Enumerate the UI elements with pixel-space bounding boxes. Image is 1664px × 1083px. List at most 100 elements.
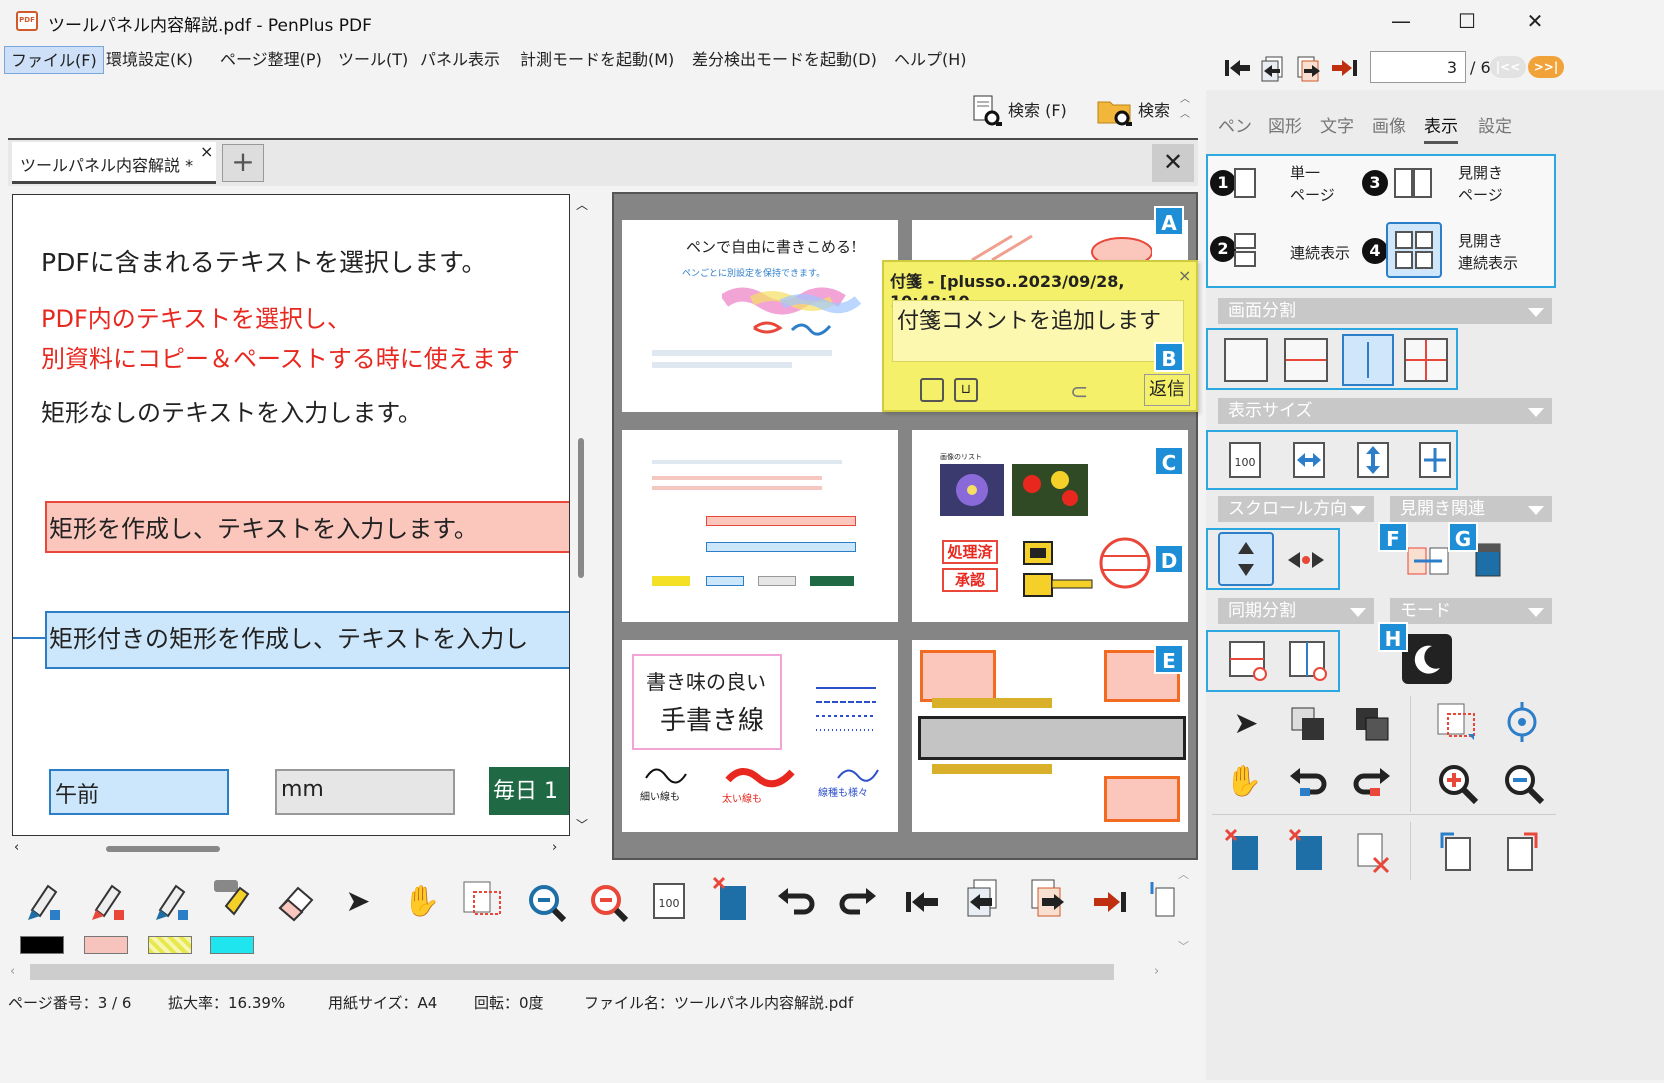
sync-vertical-icon[interactable]: [1286, 638, 1330, 682]
continuous-label[interactable]: 連続表示: [1290, 242, 1350, 263]
prev-page-icon[interactable]: [1258, 54, 1288, 82]
insert-page-icon[interactable]: [1148, 880, 1176, 924]
delete-page-icon[interactable]: [1286, 828, 1330, 874]
thumbnail-page-3[interactable]: [622, 430, 898, 622]
area-select-icon[interactable]: [1434, 700, 1480, 746]
hand-pan-icon[interactable]: ✋: [1222, 760, 1266, 804]
sticky-checkbox[interactable]: [920, 378, 944, 402]
folder-search-icon[interactable]: [1096, 94, 1134, 128]
undo-icon[interactable]: [1286, 760, 1330, 804]
left-vertical-scrollbar[interactable]: ︿ ﹀: [572, 194, 590, 836]
scroll-left-arrow-icon[interactable]: ‹: [10, 964, 15, 979]
prev-pill-button[interactable]: |<<: [1490, 56, 1526, 78]
fit-page-icon[interactable]: [1416, 440, 1456, 480]
hand-pan-icon[interactable]: ✋: [400, 880, 444, 924]
doc-tab-close-button[interactable]: ×: [200, 142, 213, 161]
zoom-out-icon[interactable]: [524, 880, 568, 924]
select-arrow-icon[interactable]: ➤: [1224, 702, 1268, 746]
hscroll-thumb[interactable]: [30, 964, 1114, 980]
close-window-button[interactable]: ✕: [1512, 6, 1558, 36]
sticky-reply-button[interactable]: 返信: [1144, 374, 1190, 406]
menu-file[interactable]: ファイル(F): [4, 46, 104, 74]
tab-text[interactable]: 文字: [1320, 112, 1354, 137]
menu-tool[interactable]: ツール(T): [332, 46, 414, 74]
first-page-icon[interactable]: [1222, 54, 1252, 82]
sticky-body[interactable]: 付箋コメントを追加します: [892, 300, 1184, 362]
scroll-thumb[interactable]: [578, 438, 584, 578]
undo-icon[interactable]: [774, 880, 818, 924]
add-tab-button[interactable]: +: [222, 144, 264, 182]
left-page-view[interactable]: PDFに含まれるテキストを選択します。 PDF内のテキストを選択し、 別資料にコ…: [12, 194, 570, 836]
menu-panel[interactable]: パネル表示: [414, 46, 506, 74]
rect-textbox-red[interactable]: 矩形を作成し、テキストを入力します。: [45, 501, 569, 553]
spread-swap-icon[interactable]: [1404, 540, 1452, 580]
collapse-up-icon[interactable]: ︿ ︿: [1180, 90, 1190, 120]
split-vertical-button[interactable]: [1342, 334, 1394, 386]
lock-icon[interactable]: ⊔: [954, 378, 978, 402]
continuous-page-icon[interactable]: [1232, 232, 1258, 268]
thumbnail-view[interactable]: ペンで自由に書きこめる! ペンごとに別設定を保持できます。 付箋 - [plus…: [612, 192, 1198, 860]
menu-help[interactable]: ヘルプ(H): [888, 46, 973, 74]
color-swatch-black[interactable]: [20, 936, 64, 954]
rect-textbox-blue[interactable]: 矩形付きの矩形を作成し、テキストを入力し: [45, 611, 569, 669]
fit-height-icon[interactable]: [1354, 440, 1394, 480]
thumbnail-page-1[interactable]: ペンで自由に書きこめる! ペンごとに別設定を保持できます。: [622, 220, 898, 412]
sync-horizontal-icon[interactable]: [1226, 638, 1270, 682]
scroll-left-arrow-icon[interactable]: ‹: [14, 840, 19, 855]
spread-continuous-button[interactable]: [1386, 222, 1442, 278]
tab-shape[interactable]: 図形: [1268, 112, 1302, 137]
left-horizontal-scrollbar[interactable]: ‹ ›: [12, 838, 570, 860]
toolbar-scroll-down-icon[interactable]: ﹀: [1178, 938, 1189, 954]
select-arrow-icon[interactable]: ➤: [336, 880, 380, 924]
redo-icon[interactable]: [836, 880, 880, 924]
spread-continuous-label[interactable]: 見開き 連続表示: [1458, 230, 1518, 274]
hscroll-thumb[interactable]: [106, 846, 220, 852]
scroll-down-arrow-icon[interactable]: ﹀: [576, 816, 588, 833]
tab-image[interactable]: 画像: [1372, 112, 1406, 137]
pen-2-icon[interactable]: [84, 880, 128, 924]
scroll-up-arrow-icon[interactable]: ︿: [576, 196, 588, 213]
menu-measure[interactable]: 計測モードを起動(M): [514, 46, 680, 74]
tab-settings[interactable]: 設定: [1478, 112, 1512, 137]
zoom-in-icon[interactable]: [586, 880, 630, 924]
field-am[interactable]: 午前: [49, 769, 229, 815]
highlighter-icon[interactable]: [148, 880, 192, 924]
split-horizontal-button[interactable]: [1284, 338, 1328, 382]
horizontal-scroll-icon[interactable]: [1284, 540, 1328, 580]
sync-split-header[interactable]: 同期分割: [1218, 598, 1374, 624]
menu-page[interactable]: ページ整理(P): [214, 46, 328, 74]
pen-1-icon[interactable]: [20, 880, 64, 924]
tab-pen[interactable]: ペン: [1218, 112, 1252, 137]
next-pill-button[interactable]: >>|: [1528, 56, 1564, 78]
zoom-out-icon[interactable]: [1500, 760, 1546, 806]
prev-page-icon[interactable]: [962, 876, 1006, 924]
scroll-right-arrow-icon[interactable]: ›: [552, 840, 557, 855]
last-page-icon[interactable]: [1088, 880, 1132, 924]
color-swatch-yellow[interactable]: [148, 936, 192, 954]
paperclip-icon[interactable]: ⊂: [1070, 380, 1088, 405]
display-size-header[interactable]: 表示サイズ: [1218, 398, 1552, 424]
minimize-button[interactable]: —: [1378, 6, 1424, 36]
bring-front-icon[interactable]: [1286, 702, 1330, 746]
delete-annotation-icon[interactable]: [1350, 828, 1394, 874]
thumbnail-page-6[interactable]: [912, 640, 1188, 832]
last-page-icon[interactable]: [1330, 54, 1360, 82]
dark-mode-button[interactable]: [1402, 634, 1452, 684]
send-back-icon[interactable]: [1350, 702, 1394, 746]
thumbnail-page-4[interactable]: 画像のリスト 処理済 承認: [912, 430, 1188, 622]
delete-page-icon[interactable]: [710, 876, 754, 924]
next-page-icon[interactable]: [1294, 54, 1324, 82]
area-select-icon[interactable]: [460, 878, 506, 924]
doc-tab-active[interactable]: ツールパネル内容解説 *: [12, 142, 216, 184]
first-page-icon[interactable]: [900, 880, 944, 924]
rotate-left-icon[interactable]: [1434, 828, 1480, 874]
spread-page-icon[interactable]: [1392, 166, 1434, 200]
scroll-direction-header[interactable]: スクロール方向: [1218, 496, 1374, 522]
search-doc-icon[interactable]: [970, 94, 1004, 128]
text-marker-icon[interactable]: [210, 876, 258, 924]
zoom-100-icon[interactable]: 100: [1226, 440, 1266, 480]
rotate-right-icon[interactable]: [1500, 828, 1546, 874]
field-mm[interactable]: mm: [275, 769, 455, 815]
thumbnail-page-5[interactable]: 書き味の良い 手書き線 細い線も 太い線も 線種も様々: [622, 640, 898, 832]
spread-page-label[interactable]: 見開き ページ: [1458, 162, 1503, 206]
